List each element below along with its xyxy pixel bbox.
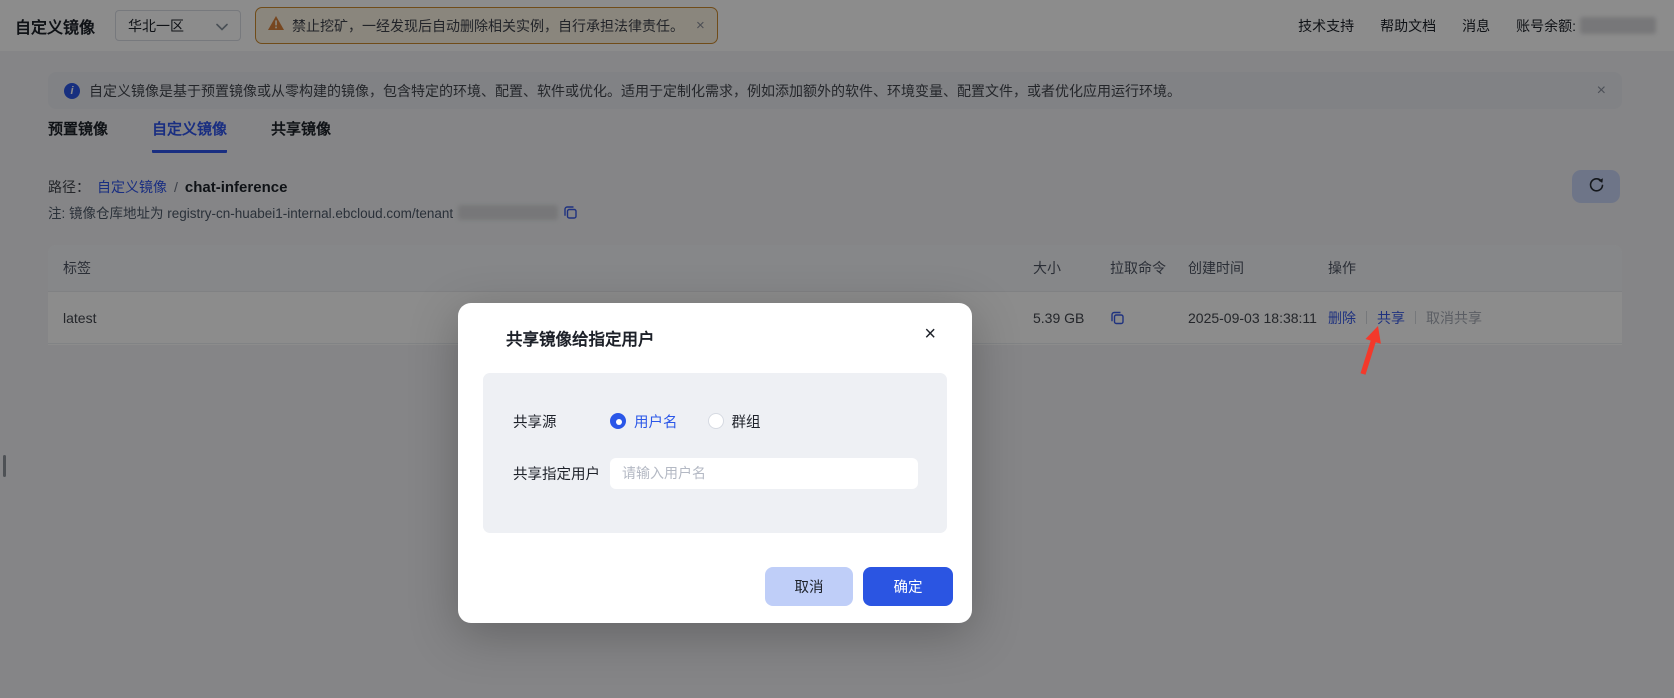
share-source-radio-group: 用户名 群组 [610,411,761,432]
share-source-label: 共享源 [513,414,557,431]
modal-title: 共享镜像给指定用户 [506,331,655,349]
share-target-row: 共享指定用户 [483,457,947,489]
radio-unselected-icon [707,413,724,429]
radio-group-label: 群组 [731,414,761,431]
share-image-modal: 共享镜像给指定用户 × 共享源 用户名 群组 共享指定用户 取消 确定 [458,303,972,623]
annotation-arrow-share [1358,324,1384,382]
share-target-label: 共享指定用户 [513,466,600,483]
modal-close-icon[interactable]: × [924,324,936,344]
username-input[interactable] [610,457,918,489]
radio-group-option[interactable]: 群组 [707,411,761,432]
modal-footer: 取消 确定 [765,567,953,606]
share-form-panel: 共享源 用户名 群组 共享指定用户 [483,373,947,533]
confirm-button[interactable]: 确定 [863,567,953,606]
radio-username-label: 用户名 [634,414,678,431]
radio-selected-icon [610,413,626,429]
cancel-button[interactable]: 取消 [765,567,853,606]
radio-username[interactable]: 用户名 [610,411,678,432]
share-source-row: 共享源 用户名 群组 [483,406,947,436]
